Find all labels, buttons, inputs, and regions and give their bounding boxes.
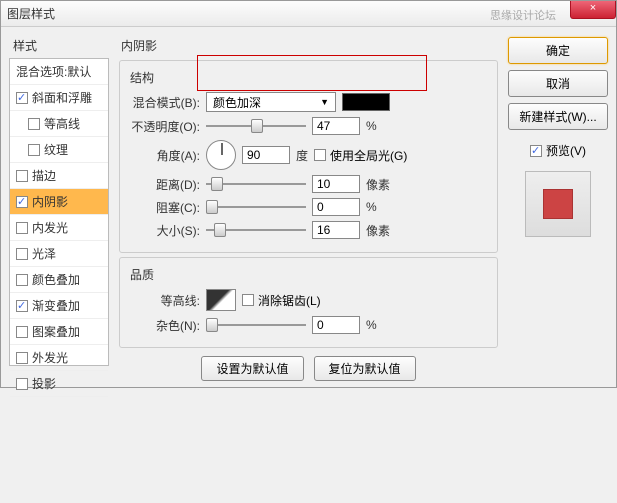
ok-button[interactable]: 确定 [508,37,608,64]
opacity-slider[interactable] [206,118,306,134]
global-light-checkbox[interactable] [314,149,326,161]
global-light-label: 使用全局光(G) [330,147,407,164]
watermark: 思缘设计论坛 [490,7,556,23]
preview-box [525,171,591,237]
style-label: 内阴影 [32,193,68,210]
distance-unit: 像素 [366,176,390,193]
reset-default-button[interactable]: 复位为默认值 [314,356,416,381]
structure-title: 结构 [130,69,487,86]
angle-label: 角度(A): [130,147,200,164]
style-checkbox[interactable] [16,352,28,364]
opacity-unit: % [366,119,377,133]
angle-unit: 度 [296,147,308,164]
style-checkbox[interactable] [16,92,28,104]
style-item[interactable]: 外发光 [10,345,108,371]
window-title: 图层样式 [7,5,55,22]
style-checkbox[interactable] [16,300,28,312]
style-label: 内发光 [32,219,68,236]
style-label: 描边 [32,167,56,184]
panel-title: 内阴影 [117,35,500,56]
styles-list: 混合选项:默认斜面和浮雕等高线纹理描边内阴影内发光光泽颜色叠加渐变叠加图案叠加外… [9,58,109,366]
styles-panel: 样式 混合选项:默认斜面和浮雕等高线纹理描边内阴影内发光光泽颜色叠加渐变叠加图案… [9,35,109,377]
choke-label: 阻塞(C): [130,199,200,216]
style-label: 图案叠加 [32,323,80,340]
noise-unit: % [366,318,377,332]
style-checkbox[interactable] [16,326,28,338]
layer-style-dialog: 图层样式 思缘设计论坛 × 样式 混合选项:默认斜面和浮雕等高线纹理描边内阴影内… [0,0,617,388]
noise-input[interactable]: 0 [312,316,360,334]
angle-input[interactable]: 90 [242,146,290,164]
size-slider[interactable] [206,222,306,238]
style-label: 等高线 [44,115,80,132]
structure-group: 结构 混合模式(B): 颜色加深 ▼ 不透明度(O): 47 % 角度(A [119,60,498,253]
quality-group: 品质 等高线: 消除锯齿(L) 杂色(N): 0 % [119,257,498,348]
style-label: 斜面和浮雕 [32,89,92,106]
style-item[interactable]: 光泽 [10,241,108,267]
style-label: 混合选项:默认 [16,63,91,80]
noise-slider[interactable] [206,317,306,333]
style-item[interactable]: 混合选项:默认 [10,59,108,85]
choke-input[interactable]: 0 [312,198,360,216]
cancel-button[interactable]: 取消 [508,70,608,97]
style-checkbox[interactable] [16,222,28,234]
style-item[interactable]: 图案叠加 [10,319,108,345]
style-item[interactable]: 斜面和浮雕 [10,85,108,111]
chevron-down-icon: ▼ [320,97,329,107]
distance-slider[interactable] [206,176,306,192]
style-checkbox[interactable] [16,170,28,182]
style-checkbox[interactable] [16,248,28,260]
style-item[interactable]: 渐变叠加 [10,293,108,319]
style-label: 光泽 [32,245,56,262]
titlebar: 图层样式 思缘设计论坛 × [1,1,616,27]
noise-label: 杂色(N): [130,317,200,334]
style-checkbox[interactable] [28,144,40,156]
style-item[interactable]: 内阴影 [10,189,108,215]
style-checkbox[interactable] [16,378,28,390]
style-label: 外发光 [32,349,68,366]
style-label: 投影 [32,375,56,392]
choke-slider[interactable] [206,199,306,215]
new-style-button[interactable]: 新建样式(W)... [508,103,608,130]
opacity-label: 不透明度(O): [130,118,200,135]
preview-swatch [543,189,573,219]
style-item[interactable]: 投影 [10,371,108,397]
style-item[interactable]: 内发光 [10,215,108,241]
size-unit: 像素 [366,222,390,239]
distance-input[interactable]: 10 [312,175,360,193]
settings-panel: 内阴影 结构 混合模式(B): 颜色加深 ▼ 不透明度(O): 47 % [117,35,500,377]
blend-mode-label: 混合模式(B): [130,94,200,111]
contour-picker[interactable] [206,289,236,311]
close-button[interactable]: × [570,1,616,19]
distance-label: 距离(D): [130,176,200,193]
style-label: 纹理 [44,141,68,158]
styles-header: 样式 [9,35,109,56]
preview-checkbox[interactable] [530,145,542,157]
style-item[interactable]: 纹理 [10,137,108,163]
style-checkbox[interactable] [16,196,28,208]
antialias-checkbox[interactable] [242,294,254,306]
style-item[interactable]: 等高线 [10,111,108,137]
choke-unit: % [366,200,377,214]
style-item[interactable]: 颜色叠加 [10,267,108,293]
style-checkbox[interactable] [28,118,40,130]
style-checkbox[interactable] [16,274,28,286]
preview-label: 预览(V) [546,142,586,159]
style-label: 渐变叠加 [32,297,80,314]
shadow-color-swatch[interactable] [342,93,390,111]
antialias-label: 消除锯齿(L) [258,292,321,309]
make-default-button[interactable]: 设置为默认值 [201,356,303,381]
contour-label: 等高线: [130,292,200,309]
quality-title: 品质 [130,266,487,283]
actions-panel: 确定 取消 新建样式(W)... 预览(V) [508,35,608,377]
angle-dial[interactable] [206,140,236,170]
size-input[interactable]: 16 [312,221,360,239]
blend-mode-dropdown[interactable]: 颜色加深 ▼ [206,92,336,112]
opacity-input[interactable]: 47 [312,117,360,135]
size-label: 大小(S): [130,222,200,239]
blend-mode-value: 颜色加深 [213,94,261,111]
style-label: 颜色叠加 [32,271,80,288]
style-item[interactable]: 描边 [10,163,108,189]
